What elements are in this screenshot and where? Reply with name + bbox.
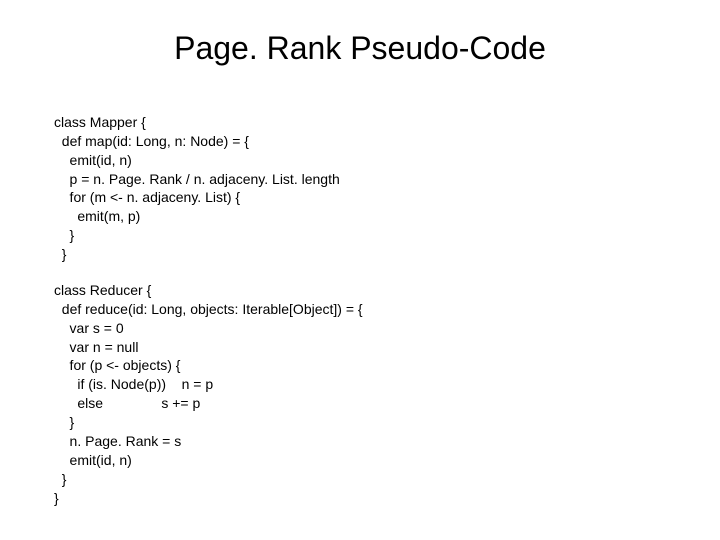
code-line: def map(id: Long, n: Node) = { <box>54 133 249 149</box>
slide-title: Page. Rank Pseudo-Code <box>0 30 720 67</box>
code-line: emit(id, n) <box>54 452 132 468</box>
code-line: else s += p <box>54 395 200 411</box>
code-line: } <box>54 471 66 487</box>
code-line: var s = 0 <box>54 320 124 336</box>
code-line: n. Page. Rank = s <box>54 433 181 449</box>
code-line: emit(id, n) <box>54 152 132 168</box>
code-line: } <box>54 227 74 243</box>
code-line: emit(m, p) <box>54 208 140 224</box>
code-line: class Mapper { <box>54 114 146 130</box>
reducer-code-block: class Reducer { def reduce(id: Long, obj… <box>54 262 363 508</box>
code-line: def reduce(id: Long, objects: Iterable[O… <box>54 301 363 317</box>
code-line: p = n. Page. Rank / n. adjaceny. List. l… <box>54 171 340 187</box>
code-line: } <box>54 490 59 506</box>
code-line: } <box>54 414 74 430</box>
code-line: for (p <- objects) { <box>54 357 180 373</box>
code-line: for (m <- n. adjaceny. List) { <box>54 189 240 205</box>
code-line: var n = null <box>54 339 138 355</box>
code-line: } <box>54 246 66 262</box>
slide: Page. Rank Pseudo-Code class Mapper { de… <box>0 0 720 540</box>
code-line: class Reducer { <box>54 282 151 298</box>
mapper-code-block: class Mapper { def map(id: Long, n: Node… <box>54 94 340 264</box>
code-line: if (is. Node(p)) n = p <box>54 376 213 392</box>
